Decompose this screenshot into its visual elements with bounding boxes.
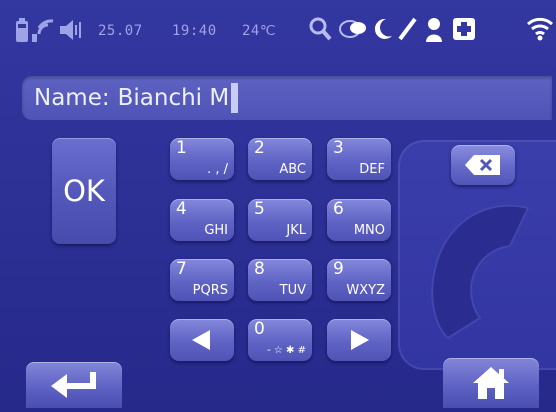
moon-icon[interactable] — [372, 16, 394, 42]
key-7-letters: PQRS — [192, 283, 228, 298]
key-2-digit: 2 — [254, 138, 265, 158]
text-cursor — [231, 83, 239, 113]
status-temperature: 24℃ — [242, 23, 277, 39]
key-0-digit: 0 — [254, 319, 265, 339]
person-icon[interactable] — [424, 16, 444, 42]
arrow-left-icon — [192, 330, 210, 350]
key-4[interactable]: 4 GHI — [170, 199, 234, 241]
key-9-digit: 9 — [333, 259, 344, 279]
battery-icon — [16, 18, 28, 42]
speaker-icon — [60, 20, 81, 40]
key-6-letters: MNO — [353, 223, 385, 238]
cursor-left-button[interactable] — [170, 319, 234, 361]
signal-icon — [32, 19, 54, 42]
status-time: 19:40 — [172, 23, 217, 39]
cursor-right-button[interactable] — [327, 319, 391, 361]
pen-icon[interactable] — [396, 16, 418, 42]
key-7[interactable]: 7 PQRS — [170, 259, 234, 301]
key-2[interactable]: 2 ABC — [248, 138, 312, 180]
key-7-digit: 7 — [176, 259, 187, 279]
key-5-letters: JKL — [286, 223, 306, 238]
ok-button[interactable]: OK — [52, 138, 116, 244]
key-3-digit: 3 — [333, 138, 344, 158]
name-input[interactable]: Name: Bianchi M — [22, 76, 552, 120]
key-4-digit: 4 — [176, 199, 187, 219]
key-0-symbols: - ☆ ✱ # — [267, 345, 306, 356]
backspace-button[interactable] — [451, 145, 515, 185]
key-5[interactable]: 5 JKL — [248, 199, 312, 241]
wifi-icon[interactable] — [526, 16, 554, 42]
key-5-digit: 5 — [254, 199, 265, 219]
key-3-letters: DEF — [359, 162, 385, 177]
key-9[interactable]: 9 WXYZ — [327, 259, 391, 301]
key-8-letters: TUV — [279, 283, 306, 298]
chat-icon[interactable] — [338, 16, 368, 42]
home-button[interactable] — [443, 358, 539, 408]
key-6[interactable]: 6 MNO — [327, 199, 391, 241]
status-bar: 25.07 19:40 24℃ — [0, 0, 556, 62]
key-1[interactable]: 1 . , / — [170, 138, 234, 180]
home-icon — [473, 367, 509, 399]
key-8[interactable]: 8 TUV — [248, 259, 312, 301]
key-0[interactable]: 0 - ☆ ✱ # — [248, 319, 312, 361]
key-4-letters: GHI — [204, 223, 228, 238]
key-3[interactable]: 3 DEF — [327, 138, 391, 180]
arrow-right-icon — [351, 330, 369, 350]
intercom-screen: 25.07 19:40 24℃ Name: Bianchi M OK 1 . ,… — [0, 0, 556, 412]
key-2-letters: ABC — [279, 162, 306, 177]
key-8-digit: 8 — [254, 259, 265, 279]
key-6-digit: 6 — [333, 199, 344, 219]
name-value: Bianchi M — [117, 85, 230, 111]
search-icon[interactable] — [308, 16, 332, 42]
name-label: Name: — [34, 85, 110, 111]
key-1-letters: . , / — [207, 162, 228, 177]
back-button[interactable] — [26, 362, 122, 408]
return-arrow-icon — [51, 372, 96, 398]
key-9-letters: WXYZ — [346, 283, 385, 298]
medical-cross-icon[interactable] — [452, 16, 476, 42]
key-1-digit: 1 — [176, 138, 187, 158]
status-date: 25.07 — [98, 23, 143, 39]
backspace-icon — [465, 155, 500, 175]
